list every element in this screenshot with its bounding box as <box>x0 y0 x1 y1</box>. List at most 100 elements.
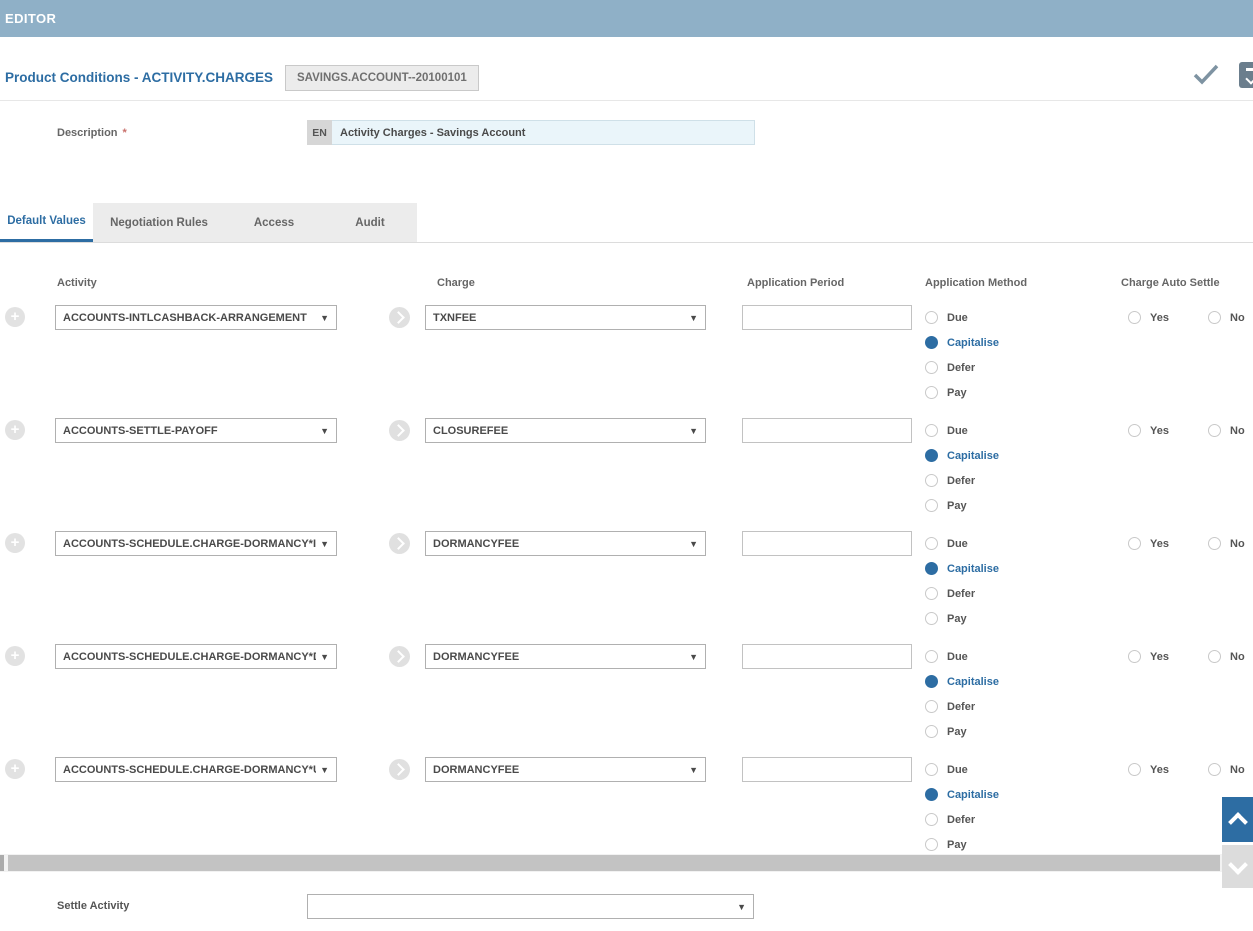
application-method-option-due[interactable]: Due <box>925 757 999 782</box>
charge-auto-settle-option-yes[interactable]: Yes <box>1128 305 1169 330</box>
application-method-option-capitalise[interactable]: Capitalise <box>925 330 999 355</box>
application-method-option-pay[interactable]: Pay <box>925 606 999 631</box>
application-method-radio-group: DueCapitalise Defer Pay <box>925 305 999 405</box>
application-method-option-capitalise[interactable]: Capitalise <box>925 443 999 468</box>
radio-icon <box>925 700 938 713</box>
application-method-option-pay[interactable]: Pay <box>925 493 999 518</box>
radio-label: No <box>1230 312 1245 324</box>
activity-select[interactable]: ACCOUNTS-INTLCASHBACK-ARRANGEMENT ▼ <box>55 305 337 330</box>
scroll-down-button[interactable] <box>1222 845 1253 888</box>
minus-glyph <box>1246 68 1253 71</box>
charge-auto-settle-option-yes[interactable]: Yes <box>1128 644 1169 669</box>
application-method-option-pay[interactable]: Pay <box>925 380 999 405</box>
dropdown-caret-icon: ▼ <box>320 313 329 323</box>
charge-rows-container: + ACCOUNTS-INTLCASHBACK-ARRANGEMENT ▼ TX… <box>0 296 1253 861</box>
scroll-up-button[interactable] <box>1222 797 1253 842</box>
application-method-option-defer[interactable]: Defer <box>925 694 999 719</box>
application-method-option-defer[interactable]: Defer <box>925 355 999 380</box>
radio-icon <box>1128 311 1141 324</box>
charge-auto-settle-option-no[interactable]: No <box>1208 418 1245 443</box>
charge-auto-settle-option-no[interactable]: No <box>1208 644 1245 669</box>
radio-icon <box>1208 424 1221 437</box>
charge-auto-settle-option-yes[interactable]: Yes <box>1128 418 1169 443</box>
application-method-option-capitalise[interactable]: Capitalise <box>925 782 999 807</box>
radio-label: Pay <box>947 387 967 399</box>
application-method-option-capitalise[interactable]: Capitalise <box>925 556 999 581</box>
charge-auto-settle-option-no[interactable]: No <box>1208 757 1245 782</box>
add-row-button[interactable]: + <box>5 533 25 553</box>
charge-select[interactable]: CLOSUREFEE ▼ <box>425 418 706 443</box>
application-period-input[interactable] <box>742 418 912 443</box>
settle-activity-label: Settle Activity <box>57 900 129 912</box>
add-row-button[interactable]: + <box>5 646 25 666</box>
plus-icon: + <box>11 534 20 551</box>
activity-select[interactable]: ACCOUNTS-SCHEDULE.CHARGE-DORMANCY*D ▼ <box>55 644 337 669</box>
add-row-button[interactable]: + <box>5 759 25 779</box>
charge-select[interactable]: DORMANCYFEE ▼ <box>425 644 706 669</box>
application-period-input[interactable] <box>742 305 912 330</box>
radio-label: Due <box>947 651 968 663</box>
charge-select[interactable]: TXNFEE ▼ <box>425 305 706 330</box>
application-period-input[interactable] <box>742 757 912 782</box>
application-method-option-due[interactable]: Due <box>925 531 999 556</box>
radio-icon <box>925 763 938 776</box>
activity-select[interactable]: ACCOUNTS-SETTLE-PAYOFF ▼ <box>55 418 337 443</box>
charge-select[interactable]: DORMANCYFEE ▼ <box>425 757 706 782</box>
application-method-option-defer[interactable]: Defer <box>925 581 999 606</box>
radio-label: Due <box>947 538 968 550</box>
tab-audit[interactable]: Audit <box>323 203 417 243</box>
add-row-button[interactable]: + <box>5 307 25 327</box>
radio-icon <box>925 424 938 437</box>
activity-select[interactable]: ACCOUNTS-SCHEDULE.CHARGE-DORMANCY*U ▼ <box>55 757 337 782</box>
tab-negotiation-rules[interactable]: Negotiation Rules <box>93 203 225 243</box>
radio-label: Defer <box>947 701 975 713</box>
tab-bar: Default Values Negotiation Rules Access … <box>0 203 417 243</box>
plus-icon: + <box>11 647 20 664</box>
tab-bar-divider <box>0 242 1253 243</box>
charge-auto-settle-option-no[interactable]: No <box>1208 305 1245 330</box>
add-row-button[interactable]: + <box>5 420 25 440</box>
application-method-option-defer[interactable]: Defer <box>925 807 999 832</box>
page-header: Product Conditions - ACTIVITY.CHARGES SA… <box>5 55 479 100</box>
dropdown-caret-icon: ▼ <box>689 765 698 775</box>
charge-auto-settle-option-yes[interactable]: Yes <box>1128 531 1169 556</box>
arrow-right-icon <box>389 420 410 441</box>
radio-icon <box>925 449 938 462</box>
radio-icon <box>1208 537 1221 550</box>
radio-icon <box>1208 650 1221 663</box>
application-method-option-defer[interactable]: Defer <box>925 468 999 493</box>
dropdown-caret-icon: ▼ <box>689 539 698 549</box>
application-method-option-due[interactable]: Due <box>925 418 999 443</box>
application-method-option-pay[interactable]: Pay <box>925 719 999 744</box>
application-method-option-due[interactable]: Due <box>925 644 999 669</box>
charge-select-value: DORMANCYFEE <box>433 651 685 663</box>
activity-select[interactable]: ACCOUNTS-SCHEDULE.CHARGE-DORMANCY*I ▼ <box>55 531 337 556</box>
header-divider <box>0 100 1253 101</box>
application-period-input[interactable] <box>742 644 912 669</box>
radio-icon <box>925 336 938 349</box>
charge-auto-settle-option-yes[interactable]: Yes <box>1128 757 1169 782</box>
column-header-charge-auto-settle: Charge Auto Settle <box>1121 277 1220 289</box>
settle-activity-select[interactable]: ▼ <box>307 894 754 919</box>
horizontal-scrollbar-thumb[interactable] <box>8 855 1220 871</box>
tab-access[interactable]: Access <box>225 203 323 243</box>
application-method-radio-group: Due CapitaliseDeferPay <box>925 531 999 631</box>
commit-dropdown-icon[interactable] <box>1239 62 1253 88</box>
application-method-option-due[interactable]: Due <box>925 305 999 330</box>
radio-icon <box>925 587 938 600</box>
validate-check-icon[interactable] <box>1192 63 1220 87</box>
radio-icon <box>1208 311 1221 324</box>
arrow-right-icon <box>389 307 410 328</box>
charge-auto-settle-option-no[interactable]: No <box>1208 531 1245 556</box>
charge-select-value: DORMANCYFEE <box>433 538 685 550</box>
application-method-option-capitalise[interactable]: Capitalise <box>925 669 999 694</box>
radio-label: Defer <box>947 362 975 374</box>
charge-row: + ACCOUNTS-SCHEDULE.CHARGE-DORMANCY*D ▼ … <box>0 635 1253 748</box>
application-method-radio-group: Due Capitalise Defer Pay <box>925 644 999 744</box>
charge-row: + ACCOUNTS-SCHEDULE.CHARGE-DORMANCY*I ▼ … <box>0 522 1253 635</box>
tab-default-values[interactable]: Default Values <box>0 203 93 243</box>
application-period-input[interactable] <box>742 531 912 556</box>
radio-icon <box>925 499 938 512</box>
charge-select[interactable]: DORMANCYFEE ▼ <box>425 531 706 556</box>
description-input[interactable] <box>332 120 755 145</box>
